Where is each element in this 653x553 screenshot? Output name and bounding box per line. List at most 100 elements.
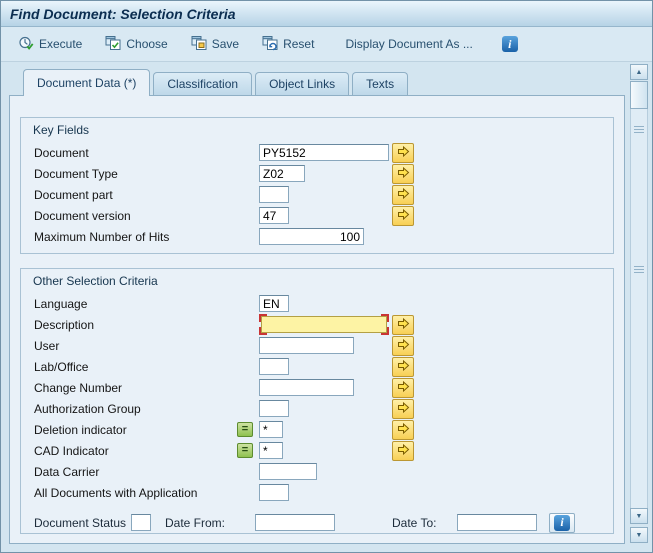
deletion-indicator-field[interactable]	[259, 421, 283, 438]
change-number-field-slot	[259, 379, 392, 396]
authorization-group-field[interactable]	[259, 400, 289, 417]
document-multiple-selection-button[interactable]	[392, 142, 414, 163]
multi-select-slot	[392, 205, 418, 226]
authorization-group-field-slot	[259, 400, 392, 417]
change-number-field[interactable]	[259, 379, 354, 396]
document-part-label: Document part	[34, 187, 113, 202]
scroll-up-button[interactable]: ▲	[630, 64, 648, 80]
authorization-group-label: Authorization Group	[34, 401, 141, 416]
data-carrier-field[interactable]	[259, 463, 317, 480]
selection-option-slot: =	[237, 422, 259, 437]
authorization-group-multiple-selection-button[interactable]	[392, 398, 414, 419]
status-info-button[interactable]: i	[549, 512, 575, 533]
data-carrier-label: Data Carrier	[34, 464, 100, 479]
data-carrier-row: Data Carrier	[21, 461, 613, 482]
group-title-row: Other Selection Criteria	[21, 269, 613, 293]
scrollbar-thumb[interactable]	[630, 81, 648, 109]
date-to-field[interactable]	[457, 514, 537, 531]
change-number-multiple-selection-button[interactable]	[392, 377, 414, 398]
tab-label: Texts	[366, 77, 395, 91]
toolbar-info-button[interactable]: i	[499, 33, 521, 56]
maximum-number-of-hits-field-slot	[259, 228, 392, 245]
document-version-row: Document version	[21, 205, 613, 226]
reset-label: Reset	[283, 37, 315, 51]
document-version-multiple-selection-button[interactable]	[392, 205, 414, 226]
document-status-row: Document Status Date From: Date To: i	[21, 512, 613, 533]
all-documents-with-application-field[interactable]	[259, 484, 289, 501]
group-title: Key Fields	[33, 123, 90, 137]
maximum-number-of-hits-field[interactable]	[259, 228, 364, 245]
scroll-down-button[interactable]: ▼	[630, 508, 648, 524]
deletion-indicator-label: Deletion indicator	[34, 422, 127, 437]
cad-indicator-field[interactable]	[259, 442, 283, 459]
document-type-field[interactable]	[259, 165, 305, 182]
choose-button[interactable]: Choose	[98, 31, 174, 58]
document-field[interactable]	[259, 144, 389, 161]
document-status-field[interactable]	[131, 514, 151, 531]
group-title: Other Selection Criteria	[33, 274, 158, 288]
right-arrow-icon	[397, 166, 410, 182]
multi-select-slot	[392, 142, 418, 163]
lab-office-label: Lab/Office	[34, 359, 89, 374]
right-arrow-icon	[397, 359, 410, 375]
lab-office-field[interactable]	[259, 358, 289, 375]
multi-select-slot	[392, 419, 418, 440]
user-field-slot	[259, 337, 392, 354]
tab-texts[interactable]: Texts	[352, 72, 409, 95]
user-field[interactable]	[259, 337, 354, 354]
lab-office-multiple-selection-button[interactable]	[392, 356, 414, 377]
cad-indicator-multiple-selection-button[interactable]	[392, 440, 414, 461]
right-arrow-icon	[397, 338, 410, 354]
group-rows: Language Description User Lab/Office Change …	[21, 293, 613, 509]
language-field-slot	[259, 295, 392, 312]
tab-label: Classification	[167, 77, 239, 91]
tab-label: Object Links	[269, 77, 336, 91]
all-documents-with-application-label: All Documents with Application	[34, 485, 198, 500]
document-type-multiple-selection-button[interactable]	[392, 163, 414, 184]
reset-icon	[262, 35, 278, 54]
description-field-slot	[259, 314, 392, 335]
multi-select-slot	[392, 398, 418, 419]
all-documents-with-application-field-slot	[259, 484, 392, 501]
execute-button[interactable]: Execute	[11, 31, 89, 58]
document-part-row: Document part	[21, 184, 613, 205]
document-part-multiple-selection-button[interactable]	[392, 184, 414, 205]
maximum-number-of-hits-label: Maximum Number of Hits	[34, 229, 170, 244]
description-multiple-selection-button[interactable]	[392, 314, 414, 335]
right-arrow-icon	[397, 208, 410, 224]
execute-icon	[18, 35, 34, 54]
tab-classification[interactable]: Classification	[153, 72, 253, 95]
document-type-label: Document Type	[34, 166, 118, 181]
document-version-field[interactable]	[259, 207, 289, 224]
right-arrow-icon	[397, 422, 410, 438]
multi-select-slot	[392, 377, 418, 398]
save-icon	[191, 35, 207, 54]
tab-document-data[interactable]: Document Data (*)	[23, 69, 151, 96]
date-to-label: Date To:	[392, 515, 437, 530]
section-grip-icon	[634, 126, 644, 134]
language-row: Language	[21, 293, 613, 314]
page-title: Find Document: Selection Criteria	[10, 5, 236, 22]
equals-icon[interactable]: =	[237, 422, 253, 437]
scrollbar-track[interactable]	[630, 109, 648, 508]
right-arrow-icon	[397, 380, 410, 396]
user-multiple-selection-button[interactable]	[392, 335, 414, 356]
tab-object-links[interactable]: Object Links	[255, 72, 350, 95]
change-number-row: Change Number	[21, 377, 613, 398]
description-row: Description	[21, 314, 613, 335]
date-from-field[interactable]	[255, 514, 335, 531]
reset-button[interactable]: Reset	[255, 31, 321, 58]
description-field[interactable]	[261, 316, 387, 333]
display-document-as-button[interactable]: Display Document As ...	[338, 33, 479, 55]
save-button[interactable]: Save	[184, 31, 246, 58]
language-field[interactable]	[259, 295, 289, 312]
right-arrow-icon	[397, 187, 410, 203]
document-part-field[interactable]	[259, 186, 289, 203]
deletion-indicator-multiple-selection-button[interactable]	[392, 419, 414, 440]
multi-select-slot	[392, 184, 418, 205]
section-grip-icon	[634, 266, 644, 274]
equals-icon[interactable]: =	[237, 443, 253, 458]
document-type-field-slot	[259, 165, 392, 182]
outer-scroll-down-button[interactable]: ▼	[630, 527, 648, 543]
multi-select-slot	[392, 440, 418, 461]
